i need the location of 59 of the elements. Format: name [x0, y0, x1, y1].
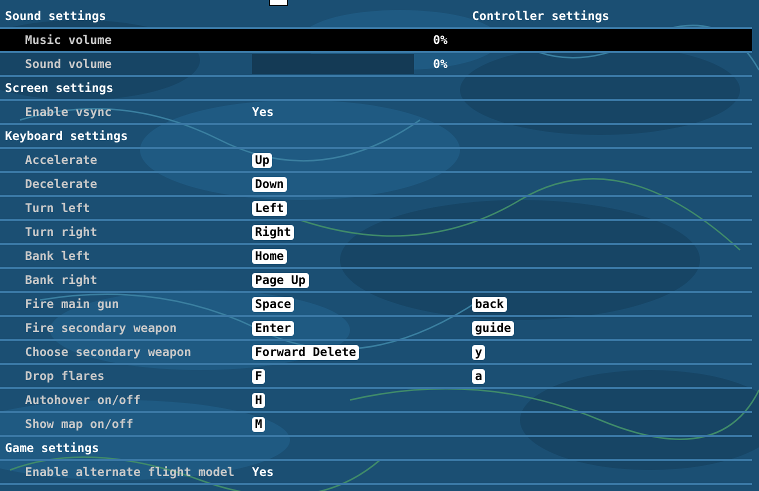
key-binding[interactable]: Home — [252, 248, 287, 264]
setting-label: Autohover on/off — [25, 392, 142, 409]
settings-row[interactable]: Accelerate Up — [0, 149, 752, 173]
key-binding[interactable]: Page Up — [252, 272, 309, 288]
key-binding[interactable]: Space — [252, 296, 294, 312]
settings-row[interactable]: Bank left Home — [0, 245, 752, 269]
volume-reading: 0% — [433, 56, 448, 73]
setting-label: Turn right — [25, 224, 98, 241]
controller-binding[interactable]: back — [472, 296, 507, 312]
section-header: Screen settings — [5, 80, 114, 97]
settings-row[interactable]: Autohover on/off H — [0, 389, 752, 413]
section-header: Game settings — [5, 440, 100, 457]
setting-label: Turn left — [25, 200, 92, 217]
key-binding[interactable]: Enter — [252, 320, 294, 336]
setting-label: Choose secondary weapon — [25, 344, 192, 361]
settings-row[interactable]: Fire secondary weapon Enter guide — [0, 317, 752, 341]
toggle-value[interactable]: Yes — [252, 463, 274, 481]
key-binding[interactable]: M — [252, 416, 266, 432]
volume-reading: 0% — [433, 32, 448, 49]
setting-label: Decelerate — [25, 176, 98, 193]
controller-binding[interactable]: guide — [472, 320, 514, 336]
settings-row[interactable]: Show map on/off M — [0, 413, 752, 437]
settings-row[interactable]: Sound volume 0% — [0, 53, 752, 77]
setting-label: Fire main gun — [25, 296, 120, 313]
settings-row[interactable]: Music volume 0% — [0, 29, 752, 53]
key-binding[interactable]: Up — [252, 152, 272, 168]
settings-row[interactable]: Enable vsync Yes — [0, 101, 752, 125]
settings-row[interactable]: Choose secondary weapon Forward Delete y — [0, 341, 752, 365]
setting-label: Accelerate — [25, 152, 98, 169]
key-binding[interactable]: F — [252, 368, 266, 384]
setting-label: Show map on/off — [25, 416, 134, 433]
setting-label: Fire secondary weapon — [25, 320, 178, 337]
controller-binding[interactable]: y — [472, 344, 486, 360]
section-header: Keyboard settings — [5, 128, 129, 145]
settings-row[interactable]: Decelerate Down — [0, 173, 752, 197]
setting-label: Bank right — [25, 272, 98, 289]
settings-row[interactable]: Bank right Page Up — [0, 269, 752, 293]
settings-row[interactable]: Fire main gun Space back — [0, 293, 752, 317]
toggle-value[interactable]: Yes — [252, 103, 274, 121]
setting-label: Bank left — [25, 248, 92, 265]
key-binding[interactable]: Forward Delete — [252, 344, 360, 360]
settings-row[interactable]: Enable alternate flight model Yes — [0, 461, 752, 485]
key-binding[interactable]: Down — [252, 176, 287, 192]
setting-label: Enable alternate flight model — [25, 464, 236, 481]
column-header: Controller settings — [472, 8, 610, 25]
controller-binding[interactable]: a — [472, 368, 486, 384]
section-header: Sound settings — [5, 8, 108, 25]
settings-row[interactable]: Turn right Right — [0, 221, 752, 245]
settings-row[interactable]: Turn left Left — [0, 197, 752, 221]
setting-label: Sound volume — [25, 56, 113, 73]
key-binding[interactable]: Right — [252, 224, 294, 240]
setting-label: Enable vsync — [25, 104, 113, 121]
setting-label: Music volume — [25, 32, 113, 49]
key-binding[interactable]: H — [252, 392, 266, 408]
key-binding[interactable]: Left — [252, 200, 287, 216]
settings-row[interactable]: Drop flares F a — [0, 365, 752, 389]
scroll-thumb[interactable] — [269, 0, 288, 6]
slider-track[interactable] — [252, 54, 414, 74]
setting-label: Drop flares — [25, 368, 106, 385]
